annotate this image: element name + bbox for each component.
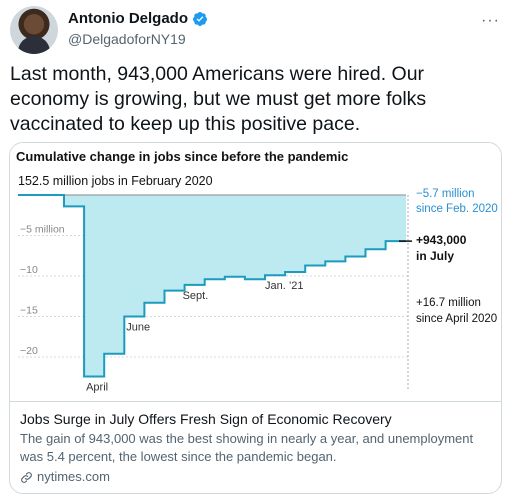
chart-image: 152.5 million jobs in February 2020 −5 mi… (10, 143, 501, 403)
annotation-since-april: since April 2020 (416, 313, 497, 325)
card-info: Jobs Surge in July Offers Fresh Sign of … (10, 402, 501, 493)
y-tick-label: −10 (20, 264, 38, 276)
jobs-chart: 152.5 million jobs in February 2020 −5 mi… (18, 174, 498, 393)
verified-badge-icon (192, 11, 207, 26)
data-label: June (126, 322, 150, 334)
annotation-since-feb: since Feb. 2020 (416, 203, 498, 215)
y-tick-label: −15 (20, 305, 38, 317)
card-domain: nytimes.com (20, 468, 491, 486)
data-label: April (86, 381, 108, 393)
avatar[interactable] (10, 6, 58, 54)
author-handle[interactable]: @DelgadoforNY19 (68, 31, 186, 47)
card-headline: Jobs Surge in July Offers Fresh Sign of … (20, 411, 392, 427)
y-tick-label: −5 million (20, 224, 65, 236)
data-label: Sept. (183, 290, 209, 302)
card-domain-text: nytimes.com (37, 469, 110, 484)
annotation-july: +943,000 (416, 233, 467, 247)
tweet-text: Last month, 943,000 Americans were hired… (10, 63, 427, 135)
annotation-since-feb: −5.7 million (416, 188, 475, 200)
data-label: Jan. ’21 (265, 280, 304, 292)
avatar-figure (18, 36, 50, 54)
area-fill (18, 195, 406, 377)
more-options-icon[interactable]: ··· (481, 12, 500, 30)
card-description: The gain of 943,000 was the best showing… (20, 431, 474, 464)
annotation-since-april: +16.7 million (416, 297, 481, 309)
annotation-july: in July (416, 249, 454, 263)
chart-title: Cumulative change in jobs since before t… (16, 149, 349, 164)
baseline-label: 152.5 million jobs in February 2020 (18, 174, 213, 188)
link-card[interactable]: 152.5 million jobs in February 2020 −5 mi… (9, 142, 502, 494)
link-icon (21, 471, 32, 483)
y-tick-label: −20 (20, 345, 38, 357)
author-name[interactable]: Antonio Delgado (68, 10, 188, 27)
author-row: Antonio Delgado (68, 10, 208, 27)
tweet-header: Antonio Delgado @DelgadoforNY19 ··· (10, 6, 502, 54)
